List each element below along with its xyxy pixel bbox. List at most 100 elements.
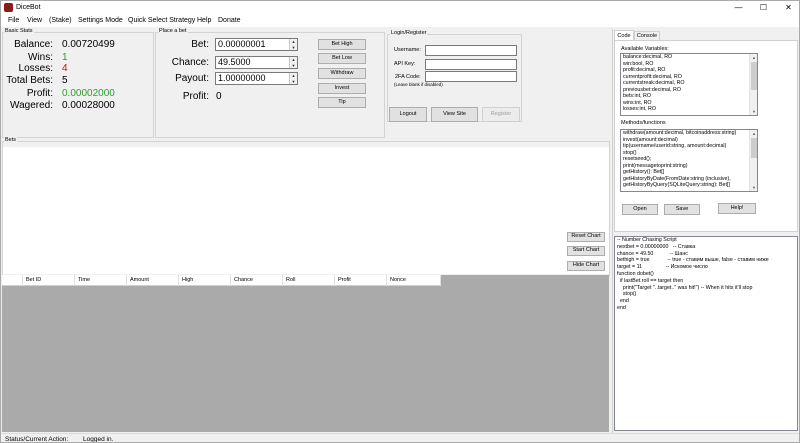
- invest-button[interactable]: Invest: [318, 83, 366, 94]
- col-time[interactable]: Time: [75, 275, 127, 286]
- chance-input[interactable]: 49.5000: [215, 56, 298, 69]
- profit-label: Profit:: [26, 88, 53, 99]
- menu-donate[interactable]: Donate: [218, 15, 241, 27]
- api-key-input[interactable]: [425, 59, 517, 70]
- bet-profit-label: Profit:: [182, 91, 209, 102]
- col-chance[interactable]: Chance: [231, 275, 283, 286]
- col-roll[interactable]: Roll: [283, 275, 335, 286]
- code-line: target = 11 -- Искомое число: [617, 264, 708, 271]
- place-bet-title: Place a bet: [158, 28, 188, 35]
- code-line: bethigh = true -- true - ставим выше, fa…: [617, 257, 769, 264]
- tip-button[interactable]: Tip: [318, 97, 366, 108]
- code-line: end: [617, 304, 626, 311]
- tab-console[interactable]: Console: [634, 31, 660, 40]
- withdraw-button[interactable]: Withdraw: [318, 68, 366, 79]
- scroll-down-icon[interactable]: ▼: [750, 184, 757, 191]
- scroll-thumb[interactable]: [751, 138, 757, 158]
- bet-low-button[interactable]: Bet Low: [318, 53, 366, 64]
- payout-input[interactable]: 1.00000000: [215, 72, 298, 85]
- chance-label: Chance:: [171, 57, 209, 68]
- menu-settings-mode[interactable]: Settings Mode: [78, 15, 123, 27]
- payout-label: Payout:: [175, 73, 209, 84]
- losses-value: 4: [62, 63, 68, 74]
- bet-label: Bet:: [191, 39, 209, 50]
- col-nonce[interactable]: Nonce: [387, 275, 441, 286]
- methods-list[interactable]: withdraw(amount:decimal, bitcoinaddress:…: [620, 129, 758, 192]
- scroll-up-icon[interactable]: ▲: [750, 54, 757, 61]
- username-input[interactable]: [425, 45, 517, 56]
- scroll-thumb[interactable]: [751, 62, 757, 90]
- maximize-button[interactable]: ☐: [751, 1, 776, 15]
- total-bets-label: Total Bets:: [6, 75, 53, 86]
- login-register-title: Login/Register: [390, 30, 428, 37]
- list-item[interactable]: losses:int, RO: [621, 106, 757, 113]
- save-button[interactable]: Save: [664, 204, 700, 215]
- help-button[interactable]: Help!: [718, 203, 756, 214]
- code-line: print("Target "..target.." was hit!") --…: [617, 284, 753, 291]
- menu-bar: File View (Stake) Settings Mode Quick Se…: [1, 15, 799, 27]
- code-line: stop(): [617, 291, 637, 298]
- register-button[interactable]: Register: [482, 107, 520, 122]
- reset-chart-button[interactable]: Reset Chart: [567, 232, 605, 242]
- twofa-label: 2FA Code:: [395, 74, 421, 80]
- payout-spinner[interactable]: ▲ ▼: [289, 73, 297, 84]
- bet-spinner[interactable]: ▲ ▼: [289, 39, 297, 50]
- bet-profit-value: 0: [216, 91, 222, 102]
- bets-table-header: Bet ID Time Amount High Chance Roll Prof…: [2, 275, 441, 286]
- col-high[interactable]: High: [179, 275, 231, 286]
- splitter[interactable]: [612, 29, 613, 433]
- variables-scrollbar[interactable]: ▲ ▼: [749, 54, 757, 115]
- twofa-input[interactable]: [425, 71, 517, 82]
- methods-label: Methods/functions: [621, 120, 666, 126]
- hide-chart-button[interactable]: Hide Chart: [567, 261, 605, 271]
- status-label: Status/Current Action:: [5, 436, 69, 443]
- code-line: -- Number Chasing Script: [617, 237, 677, 243]
- balance-value: 0.00720499: [62, 39, 115, 50]
- bet-high-button[interactable]: Bet High: [318, 39, 366, 50]
- col-profit[interactable]: Profit: [335, 275, 387, 286]
- api-key-label: API Key:: [394, 61, 416, 67]
- balance-label: Balance:: [14, 39, 53, 50]
- bets-chart-area: [3, 147, 609, 274]
- variables-list[interactable]: balance:decimal, RO win:bool, RO profit:…: [620, 53, 758, 116]
- profit-value: 0.00002000: [62, 88, 115, 99]
- scroll-up-icon[interactable]: ▲: [750, 130, 757, 137]
- menu-file[interactable]: File: [8, 15, 19, 27]
- code-line: nextbet = 0.00000000 -- Ставка: [617, 243, 696, 250]
- wagered-label: Wagered:: [10, 100, 53, 111]
- username-label: Username:: [394, 47, 421, 53]
- status-value: Logged in.: [83, 436, 114, 443]
- code-line: function dobet(): [617, 270, 654, 277]
- menu-view[interactable]: View: [27, 15, 42, 27]
- window-title: DiceBot: [16, 4, 41, 11]
- app-icon: [4, 3, 13, 12]
- row-header-cell: [2, 275, 23, 286]
- status-bar: Status/Current Action: Logged in.: [1, 433, 799, 443]
- close-button[interactable]: ✕: [776, 1, 799, 15]
- scroll-down-icon[interactable]: ▼: [750, 108, 757, 115]
- start-chart-button[interactable]: Start Chart: [567, 246, 605, 256]
- menu-help[interactable]: Help: [197, 15, 211, 27]
- bet-amount-input[interactable]: 0.00000001: [215, 38, 298, 51]
- code-line: chance = 49.50 -- Шанс: [617, 250, 688, 257]
- menu-stake[interactable]: (Stake): [49, 15, 72, 27]
- total-bets-value: 5: [62, 75, 68, 86]
- chance-spinner[interactable]: ▲ ▼: [289, 57, 297, 68]
- twofa-hint: (Leave blank if disabled): [394, 82, 443, 87]
- logout-button[interactable]: Logout: [389, 107, 427, 122]
- methods-scrollbar[interactable]: ▲ ▼: [749, 130, 757, 191]
- dicebot-window: DiceBot — ☐ ✕ File View (Stake) Settings…: [0, 0, 800, 443]
- col-bet-id[interactable]: Bet ID: [23, 275, 75, 286]
- tab-code[interactable]: Code: [614, 30, 634, 40]
- losses-label: Losses:: [18, 63, 53, 74]
- col-amount[interactable]: Amount: [127, 275, 179, 286]
- list-item[interactable]: getHistoryByQuery(SQLiteQuery:string): B…: [621, 182, 757, 189]
- script-editor[interactable]: -- Number Chasing Script nextbet = 0.000…: [614, 236, 798, 431]
- title-bar[interactable]: DiceBot — ☐ ✕: [1, 1, 799, 15]
- bets-table[interactable]: Bet ID Time Amount High Chance Roll Prof…: [2, 275, 609, 432]
- minimize-button[interactable]: —: [726, 1, 751, 15]
- menu-quick-select-strategy[interactable]: Quick Select Strategy: [128, 15, 195, 27]
- view-site-button[interactable]: View Site: [431, 107, 478, 122]
- open-button[interactable]: Open: [622, 204, 658, 215]
- basic-stats-title: Basic Stats: [4, 28, 34, 35]
